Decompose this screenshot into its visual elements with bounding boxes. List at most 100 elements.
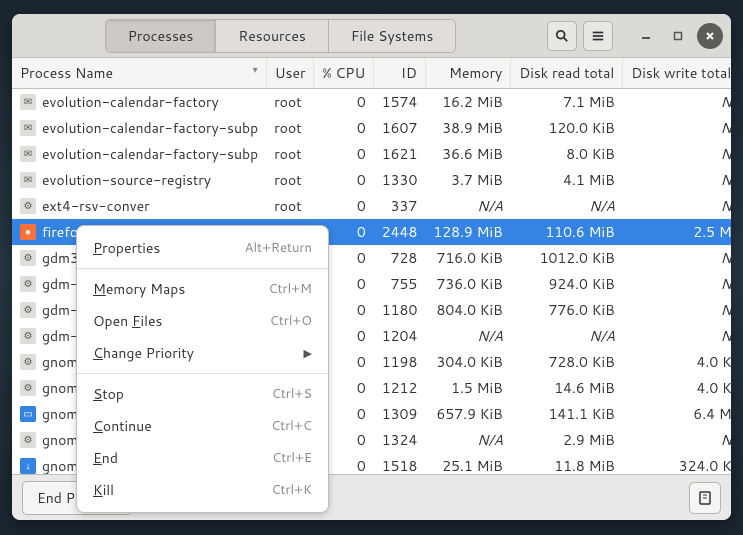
process-name-text: gdm3 <box>42 248 79 268</box>
menu-accel: Alt+Return <box>245 239 312 257</box>
cell-id: 1180 <box>374 297 426 323</box>
col-user[interactable]: User <box>266 58 314 89</box>
menu-accel: Ctrl+K <box>271 481 312 499</box>
process-name-text: evolution-calendar-factory-subp <box>42 144 258 164</box>
cell-id: 1324 <box>374 427 426 453</box>
cell-memory: 736.0 KiB <box>425 271 510 297</box>
menu-accel: Ctrl+C <box>271 417 312 435</box>
cell-id: 1212 <box>374 375 426 401</box>
properties-icon <box>697 490 713 506</box>
cell-disk-read: N/A <box>511 323 623 349</box>
cell-id: 1309 <box>374 401 426 427</box>
process-icon: ✉ <box>20 146 36 162</box>
process-name-cell: ✉ evolution-calendar-factory-subp <box>20 144 258 164</box>
cell-memory: 716.0 KiB <box>425 245 510 271</box>
table-row[interactable]: ⚙ext4-rsv-converroot0337N/AN/AN <box>12 193 731 219</box>
table-row[interactable]: ✉evolution-calendar-factory-subproot0162… <box>12 141 731 167</box>
cell-user: root <box>266 115 314 141</box>
cell-disk-write: 2.5 M <box>623 219 731 245</box>
cell-memory: 304.0 KiB <box>425 349 510 375</box>
process-icon: ✉ <box>20 120 36 136</box>
col-process-name[interactable]: Process Name ▾ <box>12 58 266 89</box>
sort-indicator-icon: ▾ <box>253 63 258 77</box>
hamburger-icon <box>591 29 605 43</box>
menu-label: Change Priority <box>93 343 304 363</box>
tab-processes[interactable]: Processes <box>106 20 217 52</box>
menu-continue[interactable]: Continue Ctrl+C <box>77 410 328 442</box>
process-icon: ▭ <box>20 406 36 422</box>
cell-memory: 16.2 MiB <box>425 89 510 115</box>
process-icon: ⚙ <box>20 354 36 370</box>
tab-switcher: Processes Resources File Systems <box>105 19 457 53</box>
titlebar: Processes Resources File Systems <box>12 14 731 58</box>
cell-memory: 804.0 KiB <box>425 297 510 323</box>
search-button[interactable] <box>547 21 577 51</box>
cell-disk-write: 4.0 K <box>623 349 731 375</box>
table-row[interactable]: ✉evolution-calendar-factory-subproot0160… <box>12 115 731 141</box>
col-label: Process Name <box>20 63 113 83</box>
menu-label: Properties <box>93 238 245 258</box>
table-row[interactable]: ✉evolution-calendar-factoryroot0157416.2… <box>12 89 731 115</box>
col-cpu[interactable]: % CPU <box>314 58 374 89</box>
menu-change-priority[interactable]: Change Priority ▶ <box>77 337 328 369</box>
col-id[interactable]: ID <box>374 58 426 89</box>
cell-id: 1330 <box>374 167 426 193</box>
cell-memory: N/A <box>425 323 510 349</box>
cell-disk-write: N <box>623 271 731 297</box>
menu-separator <box>77 268 328 269</box>
cell-disk-read: 776.0 KiB <box>511 297 623 323</box>
cell-disk-write: N <box>623 427 731 453</box>
minimize-button[interactable] <box>633 23 659 49</box>
process-icon: ⚙ <box>20 432 36 448</box>
cell-user: root <box>266 141 314 167</box>
cell-id: 755 <box>374 271 426 297</box>
menu-kill[interactable]: Kill Ctrl+K <box>77 474 328 506</box>
table-row[interactable]: ✉evolution-source-registryroot013303.7 M… <box>12 167 731 193</box>
hamburger-menu-button[interactable] <box>583 21 613 51</box>
cell-disk-read: 14.6 MiB <box>511 375 623 401</box>
cell-memory: N/A <box>425 193 510 219</box>
cell-disk-write: N <box>623 245 731 271</box>
process-name-text: evolution-calendar-factory-subp <box>42 118 258 138</box>
process-icon: ⚙ <box>20 328 36 344</box>
process-name-cell: ✉ evolution-calendar-factory-subp <box>20 118 258 138</box>
process-context-menu: Properties Alt+Return Memory Maps Ctrl+M… <box>76 225 329 513</box>
process-name-cell: ✉evolution-calendar-factory <box>20 92 258 112</box>
menu-end[interactable]: End Ctrl+E <box>77 442 328 474</box>
tab-filesystems[interactable]: File Systems <box>329 20 455 52</box>
process-properties-button[interactable] <box>689 482 721 514</box>
cell-user: root <box>266 89 314 115</box>
menu-properties[interactable]: Properties Alt+Return <box>77 232 328 264</box>
col-disk-read-total[interactable]: Disk read total <box>511 58 623 89</box>
cell-memory: 25.1 MiB <box>425 453 510 475</box>
cell-id: 337 <box>374 193 426 219</box>
cell-disk-read: 8.0 KiB <box>511 141 623 167</box>
process-icon: ● <box>20 224 36 240</box>
maximize-button[interactable] <box>665 23 691 49</box>
process-icon: ⚙ <box>20 198 36 214</box>
process-icon: ⚙ <box>20 380 36 396</box>
process-icon: ↓ <box>20 458 36 474</box>
cell-disk-read: N/A <box>511 193 623 219</box>
cell-id: 1518 <box>374 453 426 475</box>
menu-open-files[interactable]: Open Files Ctrl+O <box>77 305 328 337</box>
process-name-cell: ✉evolution-source-registry <box>20 170 258 190</box>
process-icon: ✉ <box>20 172 36 188</box>
tab-resources[interactable]: Resources <box>216 20 328 52</box>
process-name-text: ext4-rsv-conver <box>42 196 150 216</box>
cell-disk-write: N <box>623 115 731 141</box>
cell-disk-read: 1012.0 KiB <box>511 245 623 271</box>
col-memory[interactable]: Memory <box>425 58 510 89</box>
col-disk-write-total[interactable]: Disk write total <box>623 58 731 89</box>
close-button[interactable] <box>697 23 723 49</box>
cell-disk-write: N <box>623 323 731 349</box>
menu-memory-maps[interactable]: Memory Maps Ctrl+M <box>77 273 328 305</box>
menu-accel: Ctrl+S <box>272 385 312 403</box>
cell-memory: 3.7 MiB <box>425 167 510 193</box>
cell-cpu: 0 <box>314 167 374 193</box>
menu-label: Open Files <box>93 311 270 331</box>
minimize-icon <box>640 30 652 42</box>
menu-stop[interactable]: Stop Ctrl+S <box>77 378 328 410</box>
cell-disk-write: N <box>623 167 731 193</box>
maximize-icon <box>672 30 684 42</box>
